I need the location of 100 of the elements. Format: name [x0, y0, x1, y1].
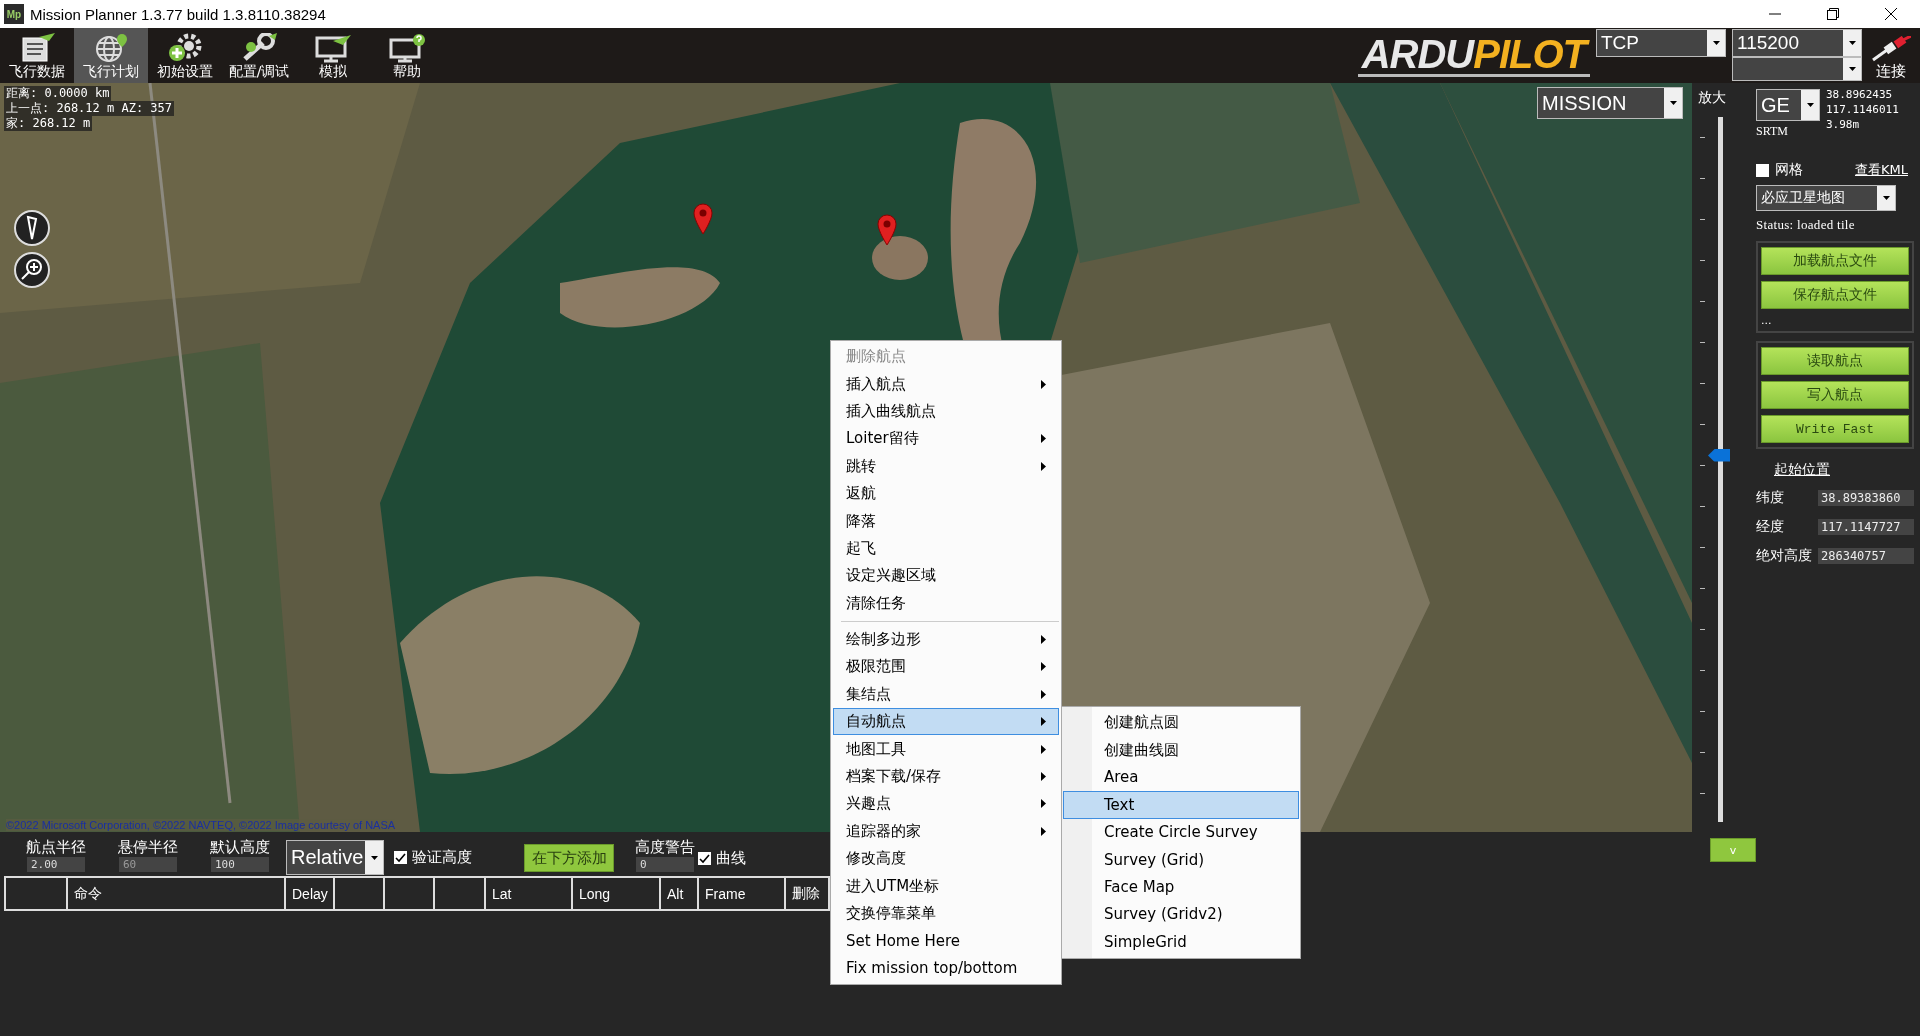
connection-dropdown[interactable]: TCP	[1596, 29, 1726, 57]
menu-item[interactable]: 交换停靠菜单	[833, 899, 1059, 928]
connect-button[interactable]: 连接	[1862, 28, 1920, 83]
menu-item[interactable]: 插入曲线航点	[833, 397, 1059, 426]
input-field[interactable]: 286340757	[1818, 547, 1914, 564]
menu-item[interactable]: SimpleGrid	[1063, 928, 1299, 956]
input-field[interactable]: 117.1147727	[1818, 518, 1914, 535]
add-below-button[interactable]: 在下方添加	[524, 844, 614, 872]
submenu-arrow-icon	[1041, 826, 1046, 836]
toolbar-tab[interactable]: 模拟	[296, 28, 370, 83]
menu-item[interactable]: 档案下载/保存	[833, 762, 1059, 791]
menu-item[interactable]: 地图工具	[833, 735, 1059, 763]
menu-item[interactable]: 自动航点	[833, 708, 1059, 736]
checkbox-label: 验证高度	[412, 848, 472, 867]
altitude-text: 3.98m	[1826, 117, 1861, 132]
menu-item[interactable]: 进入UTM坐标	[833, 872, 1059, 900]
field-label: 经度	[1756, 517, 1785, 536]
waypoint-button[interactable]: Write Fast	[1761, 415, 1909, 443]
kml-link[interactable]: 查看KML	[1855, 161, 1908, 179]
menu-item[interactable]: 起飞	[833, 534, 1059, 563]
coordinate-dropdown[interactable]: GE	[1756, 89, 1820, 121]
input-field[interactable]: 38.89383860	[1818, 489, 1914, 506]
compass-icon[interactable]	[13, 209, 51, 247]
submenu-arrow-icon	[1041, 772, 1046, 782]
zoom-in-icon[interactable]	[13, 251, 51, 289]
waypoint-button[interactable]: 写入航点	[1761, 381, 1909, 409]
menu-item[interactable]: 创建航点圆	[1063, 709, 1299, 737]
source-text: SRTM	[1756, 124, 1789, 139]
submenu-arrow-icon	[1041, 635, 1046, 645]
home-link[interactable]: 起始位置	[1774, 461, 1914, 479]
menu-item[interactable]: Survey (Grid)	[1063, 845, 1299, 874]
distance-text: 家: 268.12 m	[4, 116, 93, 131]
status-text: Status: loaded tile	[1756, 217, 1856, 233]
map-attribution: ©2022 Microsoft Corporation, ©2022 NAVTEQ, ©2022 Image courtesy of NASA	[6, 819, 396, 831]
menu-item[interactable]: 极限范围	[833, 653, 1059, 681]
menu-item[interactable]: Loiter留待	[833, 425, 1059, 453]
map-pin-icon[interactable]	[877, 214, 897, 246]
toolbar-tab[interactable]: 飞行数据	[0, 28, 74, 83]
caret-icon	[1848, 67, 1856, 71]
field-label: 航点半径	[26, 838, 86, 856]
menu-item[interactable]: 追踪器的家	[833, 817, 1059, 846]
menu-item[interactable]: 集结点	[833, 680, 1059, 709]
waypoint-button[interactable]: 读取航点	[1761, 347, 1909, 375]
field-label: 高度警告	[635, 838, 695, 856]
checkbox[interactable]	[698, 852, 711, 865]
caret-icon	[1712, 41, 1720, 45]
toolbar-tab[interactable]: 飞行计划	[74, 28, 148, 83]
slider-thumb[interactable]	[1708, 448, 1730, 462]
menu-item[interactable]: Fix mission top/bottom	[833, 954, 1059, 982]
file-button[interactable]: 保存航点文件	[1761, 281, 1909, 309]
menu-item[interactable]: Area	[1063, 763, 1299, 792]
port-dropdown[interactable]	[1732, 57, 1862, 81]
field-label: 绝对高度	[1756, 546, 1813, 565]
menu-item[interactable]: 插入航点	[833, 370, 1059, 398]
column-header: Lat	[486, 878, 573, 909]
input-field[interactable]: 2.00	[27, 857, 85, 872]
menu-item[interactable]: 跳转	[833, 452, 1059, 480]
more-text: ...	[1761, 315, 1773, 327]
caret-icon	[1669, 101, 1677, 105]
checkbox[interactable]	[1756, 163, 1769, 177]
menu-item[interactable]: 创建曲线圆	[1063, 736, 1299, 764]
menu-item[interactable]: 降落	[833, 507, 1059, 535]
zoom-label: 放大	[1698, 89, 1726, 107]
frame-dropdown[interactable]: Relative	[286, 840, 384, 875]
file-button[interactable]: 加载航点文件	[1761, 247, 1909, 275]
menu-item[interactable]: 清除任务	[833, 589, 1059, 617]
column-header: Frame	[699, 878, 786, 909]
distance-text: 上一点: 268.12 m AZ: 357	[4, 101, 175, 116]
toolbar-tab[interactable]: 帮助	[370, 28, 444, 83]
mode-dropdown[interactable]: MISSION	[1537, 87, 1683, 119]
menu-item[interactable]: Face Map	[1063, 873, 1299, 901]
submenu-arrow-icon	[1041, 717, 1046, 727]
monitor-icon	[387, 33, 427, 63]
toolbar-tab[interactable]: 配置/调试	[222, 28, 296, 83]
input-field[interactable]: 0	[636, 857, 694, 872]
menu-item[interactable]: 绘制多边形	[833, 625, 1059, 654]
column-header: 命令	[68, 878, 286, 909]
submenu-arrow-icon	[1041, 689, 1046, 699]
menu-item[interactable]: 兴趣点	[833, 790, 1059, 818]
checkbox[interactable]	[394, 851, 407, 864]
menu-item[interactable]: Text	[1063, 791, 1299, 819]
menu-item[interactable]: 返航	[833, 479, 1059, 508]
input-field[interactable]: 100	[211, 857, 269, 872]
checkbox-label: 曲线	[716, 849, 746, 868]
caret-icon	[370, 855, 378, 860]
map-type-dropdown[interactable]: 必应卫星地图	[1756, 185, 1896, 211]
column-header: Alt	[661, 878, 699, 909]
field-label: 默认高度	[210, 838, 270, 856]
menu-item[interactable]: Create Circle Survey	[1063, 818, 1299, 846]
submenu-arrow-icon	[1041, 434, 1046, 444]
map-pin-icon[interactable]	[693, 203, 713, 235]
toolbar-tab[interactable]: 初始设置	[148, 28, 222, 83]
column-header: Long	[573, 878, 661, 909]
baud-dropdown[interactable]: 115200	[1732, 29, 1862, 57]
menu-item[interactable]: Survey (Gridv2)	[1063, 900, 1299, 929]
menu-item[interactable]: Set Home Here	[833, 927, 1059, 955]
submenu-arrow-icon	[1041, 744, 1046, 754]
menu-item[interactable]: 设定兴趣区域	[833, 562, 1059, 590]
check-icon	[395, 852, 406, 863]
menu-item[interactable]: 修改高度	[833, 845, 1059, 873]
